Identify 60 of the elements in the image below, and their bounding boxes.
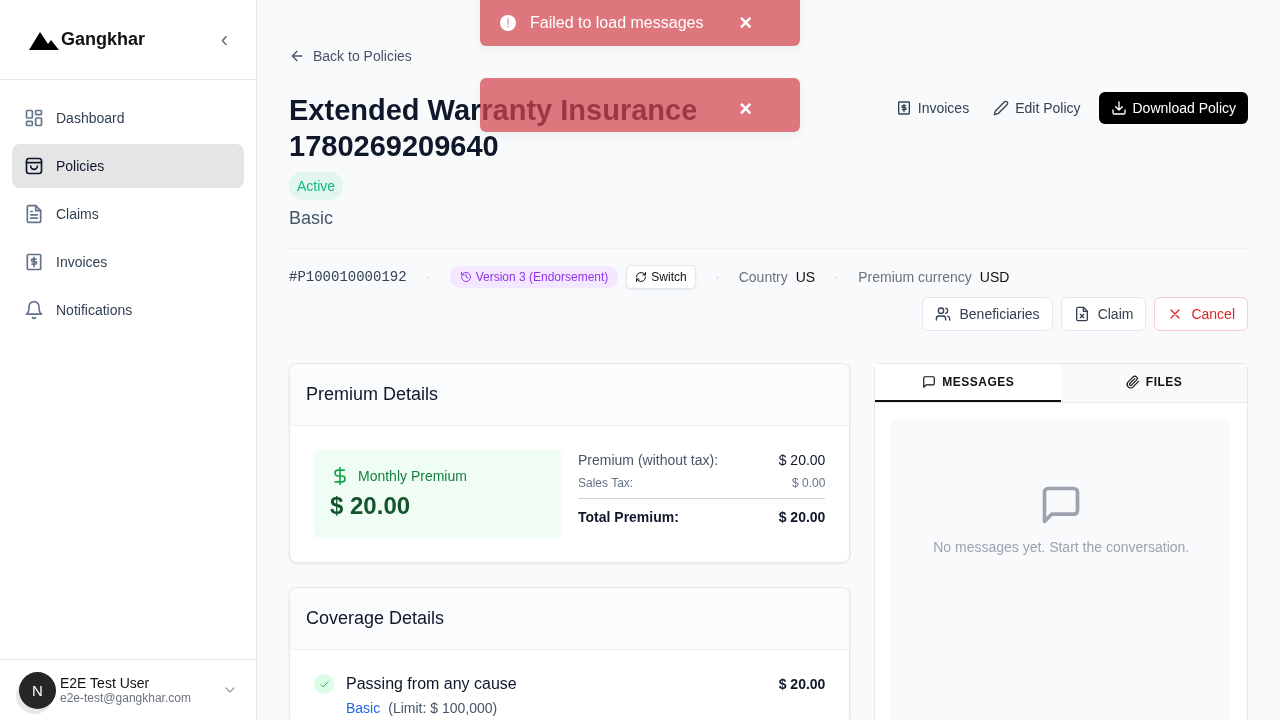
arrow-left-icon <box>289 48 305 64</box>
user-email: e2e-test@gangkhar.com <box>60 691 192 705</box>
card-title: Coverage Details <box>290 588 850 650</box>
download-icon <box>1110 100 1127 116</box>
logo-text: Gangkhar <box>61 29 146 50</box>
meta-label: Country <box>738 269 788 285</box>
bell-icon <box>24 300 44 320</box>
switch-button[interactable]: Switch <box>626 265 696 289</box>
paperclip-icon <box>1125 375 1140 389</box>
nav-item[interactable]: Invoices <box>12 240 244 284</box>
premium-value: $ 20.00 <box>778 452 826 468</box>
nav-item[interactable]: Dashboard <box>12 96 244 140</box>
premium-label: Sales Tax: <box>578 476 634 490</box>
back-link[interactable]: Back to Policies <box>289 48 412 64</box>
user-menu[interactable]: N E2E Test User e2e-test@gangkhar.com <box>0 659 256 720</box>
coverage-name: Passing from any cause <box>346 675 518 693</box>
receipt-icon <box>895 100 912 116</box>
history-icon <box>459 271 472 283</box>
refresh-icon <box>635 271 648 283</box>
meta-value: USD <box>979 269 1010 285</box>
cancel-button[interactable]: Cancel <box>1154 297 1248 331</box>
document-icon <box>24 204 44 224</box>
nav-item[interactable]: Policies <box>12 144 244 188</box>
premium-label: Premium (without tax): <box>578 452 719 468</box>
pencil-icon <box>993 100 1010 116</box>
alert-icon <box>500 15 516 31</box>
tab[interactable]: FILES <box>1061 364 1247 402</box>
policy-number: #P100010000192 <box>289 269 407 285</box>
premium-value: $ 20.00 <box>778 509 826 525</box>
users-icon <box>935 306 952 322</box>
card-title: Premium Details <box>290 364 850 426</box>
receipt-icon <box>24 252 44 272</box>
status-badge: Active <box>289 172 344 200</box>
coverage-limit: (Limit: $ 100,000) <box>388 700 498 716</box>
meta-label: Premium currency <box>858 269 972 285</box>
grid-icon <box>24 108 44 128</box>
action-button[interactable]: Invoices <box>887 92 978 124</box>
tab[interactable]: MESSAGES <box>875 364 1062 402</box>
nav-item[interactable]: Notifications <box>12 288 244 332</box>
tier-link[interactable]: Basic <box>346 700 381 716</box>
meta-value: US <box>795 269 816 285</box>
mountain-logo-icon <box>29 32 59 50</box>
monthly-amount: $ 20.00 <box>330 492 412 520</box>
user-name: E2E Test User <box>60 675 151 691</box>
shopping-bag-icon <box>24 156 44 176</box>
plan-name: Basic <box>289 208 333 229</box>
monthly-label: Monthly Premium <box>358 468 467 484</box>
coverage-amount: $ 20.00 <box>778 676 826 692</box>
version-badge: Version 3 (Endorsement) <box>449 266 619 288</box>
action-button[interactable]: Edit Policy <box>985 92 1089 124</box>
premium-value: $ 0.00 <box>792 476 826 490</box>
nav-item[interactable]: Claims <box>12 192 244 236</box>
premium-label: Total Premium: <box>578 509 679 525</box>
action-button[interactable]: Claim <box>1060 297 1147 331</box>
action-button[interactable]: Beneficiaries <box>922 297 1053 331</box>
toast-message: Failed to load messages <box>530 14 705 32</box>
download-button[interactable]: Download Policy <box>1098 92 1248 124</box>
file-x-icon <box>1073 306 1090 322</box>
collapse-button[interactable]: ‹ <box>218 26 230 53</box>
empty-message: No messages yet. Start the conversation. <box>933 539 1190 555</box>
